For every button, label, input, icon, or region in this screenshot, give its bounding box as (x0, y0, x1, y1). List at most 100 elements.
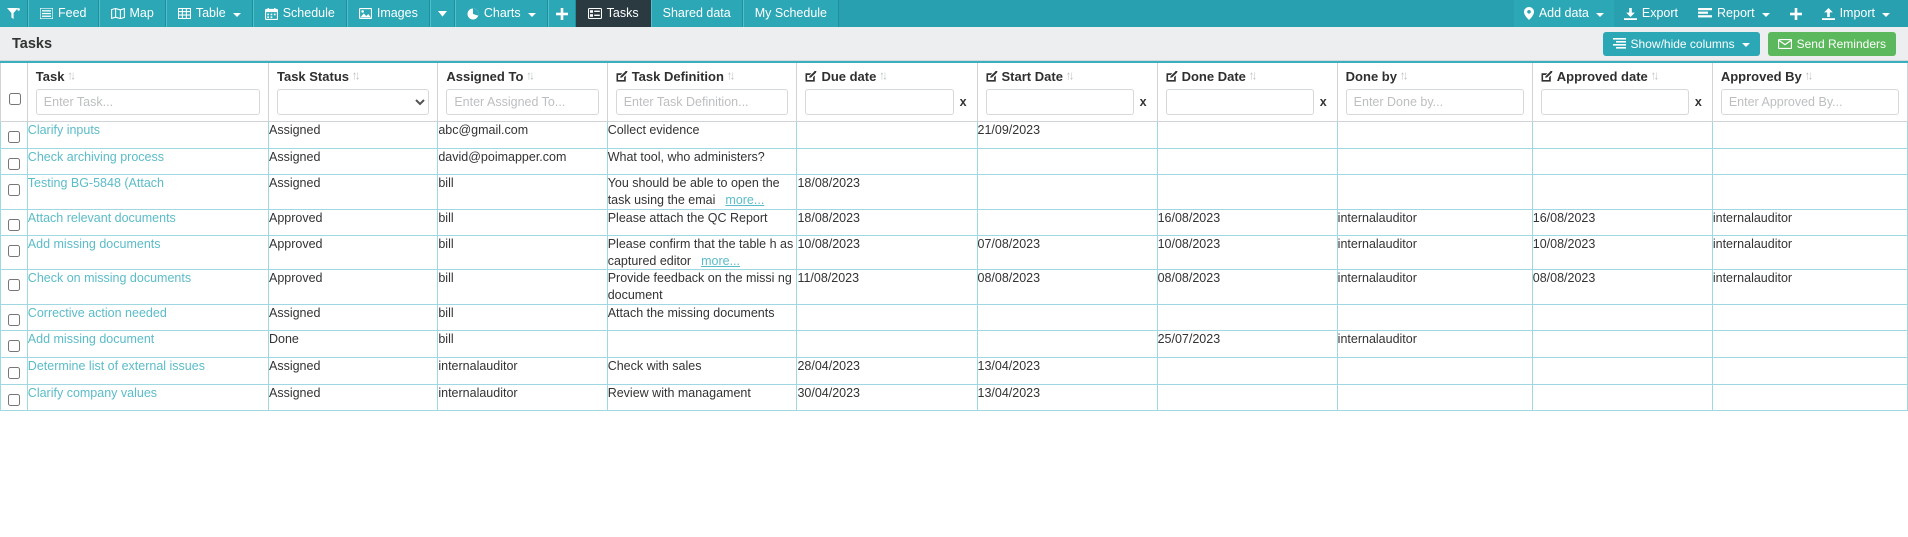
column-start-date-clear-button[interactable]: x (1138, 95, 1149, 109)
more-link[interactable]: more... (725, 193, 764, 207)
column-task-label-wrap[interactable]: Task ↑↓ (36, 69, 260, 84)
column-task-title: Task (35, 69, 65, 84)
column-task-definition-filter-input[interactable] (615, 89, 789, 115)
task-link[interactable]: Testing BG-5848 (Attach (28, 176, 164, 190)
cell-done_by (1336, 383, 1533, 412)
column-start-date-filter-input[interactable] (985, 89, 1134, 115)
task-definition-text: Check with sales (607, 358, 702, 373)
task-definition-text: Please attach the QC Report (607, 210, 768, 225)
column-task-filter-input[interactable] (35, 89, 260, 115)
row-select-checkbox[interactable] (7, 393, 20, 406)
report-icon (1698, 8, 1713, 19)
row-select-checkbox[interactable] (7, 340, 20, 353)
cell-approved_by (1711, 330, 1908, 358)
calendar-icon (264, 7, 278, 20)
images-button[interactable]: Images (346, 0, 430, 27)
add-chart-button[interactable] (547, 0, 576, 27)
column-assigned-to-filter-row (446, 89, 599, 115)
import-button[interactable]: Import (1812, 0, 1900, 27)
row-select-checkbox[interactable] (7, 313, 20, 326)
column-approved-by-label-wrap[interactable]: Approved By ↑↓ (1721, 69, 1899, 84)
column-done-date-filter-input[interactable] (1165, 89, 1314, 115)
cell-start_date: 07/08/2023 (976, 235, 1158, 271)
my-schedule-button[interactable]: My Schedule (742, 0, 839, 27)
sort-toggle-icon[interactable]: ↑↓ (352, 70, 360, 84)
sort-toggle-icon[interactable]: ↑↓ (1249, 70, 1257, 84)
sort-toggle-icon[interactable]: ↑↓ (727, 70, 735, 84)
add-data-button[interactable]: Add data (1513, 0, 1614, 27)
cell-done_date (1156, 174, 1338, 210)
column-task-definition-label-wrap[interactable]: Task Definition ↑↓ (616, 69, 789, 84)
cell-task: Check archiving process (26, 147, 269, 176)
sort-toggle-icon[interactable]: ↑↓ (1651, 70, 1659, 84)
report-button[interactable]: Report (1688, 0, 1780, 27)
column-approved-by-filter-input[interactable] (1720, 89, 1899, 115)
chevron-down-icon (1761, 12, 1770, 17)
cell-approved_by (1711, 147, 1908, 176)
row-select-checkbox[interactable] (7, 131, 20, 143)
sort-toggle-icon[interactable]: ↑↓ (1400, 70, 1408, 84)
column-task-status-label-wrap[interactable]: Task Status ↑↓ (277, 69, 429, 84)
sort-toggle-icon[interactable]: ↑↓ (67, 70, 75, 84)
column-done-date-label-wrap[interactable]: Done Date ↑↓ (1166, 69, 1329, 84)
column-task: Task ↑↓ (26, 61, 269, 122)
row-select-checkbox[interactable] (7, 245, 20, 258)
column-due-date-filter-input[interactable] (805, 89, 954, 115)
cell-definition: Please attach the QC Report (606, 208, 798, 237)
row-select-checkbox[interactable] (7, 157, 20, 170)
column-done-by: Done by ↑↓ (1336, 61, 1533, 122)
row-select-checkbox[interactable] (7, 218, 20, 231)
column-task-status: Task Status↑↓ AssignedApprovedDone (267, 61, 439, 122)
column-assigned-to-filter-input[interactable] (446, 89, 599, 115)
column-due-date-clear-button[interactable]: x (958, 95, 969, 109)
column-due-date-label-wrap[interactable]: Due date ↑↓ (805, 69, 968, 84)
task-link[interactable]: Attach relevant documents (28, 211, 176, 225)
column-done-by-label-wrap[interactable]: Done by ↑↓ (1346, 69, 1524, 84)
images-dropdown-button[interactable] (429, 0, 455, 27)
column-approved-date-clear-button[interactable]: x (1693, 95, 1704, 109)
sort-toggle-icon[interactable]: ↑↓ (526, 70, 534, 84)
task-link[interactable]: Add missing documents (28, 237, 161, 251)
schedule-button[interactable]: Schedule (252, 0, 347, 27)
shared-data-button[interactable]: Shared data (650, 0, 743, 27)
column-done-date-filter-row: x (1165, 89, 1329, 115)
column-approved-date-label-wrap[interactable]: Approved date ↑↓ (1541, 69, 1704, 84)
sort-toggle-icon[interactable]: ↑↓ (879, 70, 887, 84)
task-link[interactable]: Check on missing documents (28, 271, 191, 285)
table-icon (177, 8, 191, 19)
task-link[interactable]: Check archiving process (28, 150, 164, 164)
task-link[interactable]: Clarify company values (28, 386, 157, 400)
export-button[interactable]: Export (1614, 0, 1688, 27)
filter-button[interactable] (0, 0, 28, 27)
column-assigned-to-label-wrap[interactable]: Assigned To ↑↓ (446, 69, 598, 84)
cell-approved_by: internalauditor (1711, 208, 1908, 237)
tasks-table-container[interactable]: Task↑↓Task Status↑↓AssignedApprovedDoneA… (0, 61, 1908, 537)
table-button[interactable]: Table (165, 0, 253, 27)
column-task-status-filter-select[interactable]: AssignedApprovedDone (276, 89, 430, 115)
row-select-checkbox[interactable] (7, 184, 20, 197)
select-all-checkbox[interactable] (9, 93, 21, 105)
task-link[interactable]: Determine list of external issues (28, 359, 205, 373)
sort-toggle-icon[interactable]: ↑↓ (1066, 70, 1074, 84)
column-done-by-filter-input[interactable] (1345, 89, 1524, 115)
cell-approved_date (1531, 383, 1713, 412)
column-approved-by: Approved By ↑↓ (1711, 61, 1908, 122)
columns-icon (1612, 38, 1626, 49)
send-reminders-button[interactable]: Send Reminders (1767, 31, 1896, 56)
column-done-date-clear-button[interactable]: x (1318, 95, 1329, 109)
tasks-button[interactable]: Tasks (575, 0, 651, 27)
row-select-checkbox[interactable] (7, 366, 20, 379)
sort-toggle-icon[interactable]: ↑↓ (1805, 70, 1813, 84)
more-link[interactable]: more... (701, 254, 740, 268)
task-link[interactable]: Clarify inputs (28, 123, 100, 137)
column-approved-date-filter-input[interactable] (1540, 89, 1689, 115)
row-select-checkbox[interactable] (7, 279, 20, 292)
charts-button[interactable]: Charts (454, 0, 548, 27)
feed-button[interactable]: Feed (28, 0, 99, 27)
add-report-button[interactable] (1780, 0, 1812, 27)
show-hide-columns-button[interactable]: Show/hide columns (1602, 31, 1760, 56)
column-start-date-label-wrap[interactable]: Start Date ↑↓ (986, 69, 1149, 84)
task-link[interactable]: Corrective action needed (28, 306, 167, 320)
map-button[interactable]: Map (98, 0, 166, 27)
task-link[interactable]: Add missing document (28, 332, 154, 346)
